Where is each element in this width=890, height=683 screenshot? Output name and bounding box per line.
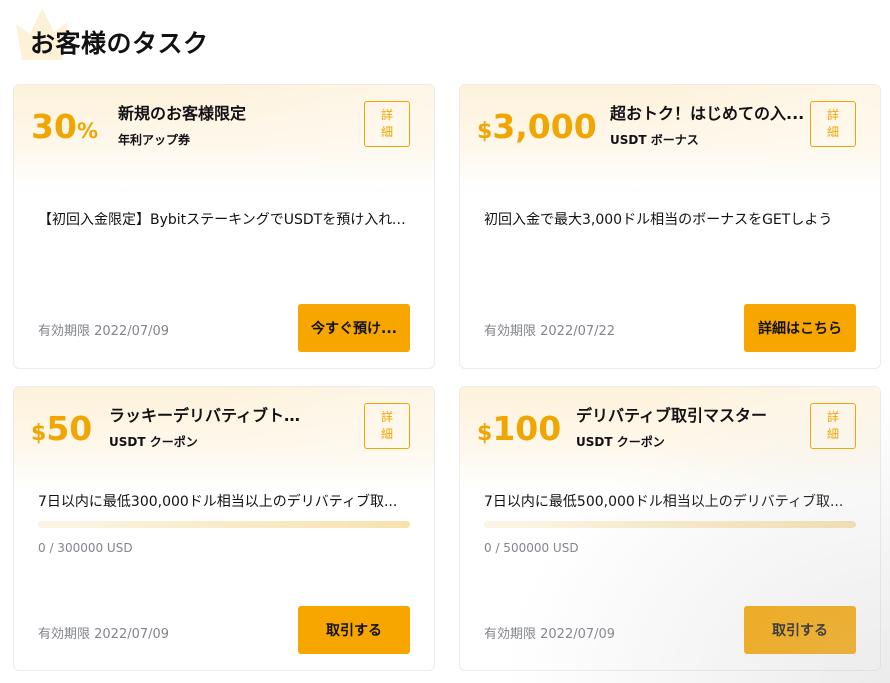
button-label: 今すぐ預け...: [311, 321, 397, 337]
detail-button[interactable]: 詳細: [364, 101, 410, 147]
progress-fill: [38, 521, 410, 528]
amount-prefix: $: [31, 421, 47, 446]
detail-label: 詳細: [380, 410, 393, 441]
card-heading: 新規のお客様限定 年利アップ券: [118, 100, 246, 148]
button-label: 詳細はこちら: [758, 321, 842, 337]
detail-button[interactable]: 詳細: [810, 403, 856, 449]
progress-bar: [38, 521, 410, 528]
card-description: 7日以内に最低300,000ドル相当以上のデリバティブ取...: [38, 494, 398, 510]
card-heading: ラッキーデリバティブトレーダ USDT クーポン: [109, 402, 309, 450]
expiry-date: 有効期限 2022/07/09: [38, 324, 170, 339]
amount-prefix: $: [477, 421, 493, 446]
amount-suffix: %: [76, 119, 98, 143]
amount-prefix: $: [477, 119, 493, 144]
card-description: 【初回入金限定】BybitステーキングでUSDTを預け入れて...: [38, 212, 414, 228]
task-card-4: $100 デリバティブ取引マスター USDT クーポン 詳細 7日以内に最低50…: [459, 386, 881, 671]
expiry-date: 有効期限 2022/07/09: [484, 627, 616, 642]
trade-button[interactable]: 取引する: [298, 606, 410, 654]
card-title: デリバティブ取引マスター: [576, 406, 768, 425]
detail-button[interactable]: 詳細: [364, 403, 410, 449]
expiry-date: 有効期限 2022/07/09: [38, 627, 170, 642]
progress-text: 0 / 500000 USD: [484, 541, 579, 555]
expiry-date: 有効期限 2022/07/22: [484, 324, 616, 339]
detail-label: 詳細: [380, 108, 393, 139]
amount-value: 30: [31, 107, 77, 146]
detail-label: 詳細: [826, 108, 839, 139]
trade-button[interactable]: 取引する: [744, 606, 856, 654]
amount-value: 100: [492, 409, 562, 448]
task-card-1: 30% 新規のお客様限定 年利アップ券 詳細 【初回入金限定】Bybitステーキ…: [13, 84, 435, 369]
reward-amount: $100: [477, 409, 561, 448]
progress-fill: [484, 521, 856, 528]
card-subtitle: USDT ボーナス: [610, 133, 699, 147]
reward-amount: $50: [31, 409, 92, 448]
page-title: お客様のタスク: [30, 29, 209, 58]
reward-amount: $3,000: [477, 107, 597, 146]
card-subtitle: 年利アップ券: [118, 133, 191, 147]
card-description: 7日以内に最低500,000ドル相当以上のデリバティブ取...: [484, 494, 844, 510]
card-title: 超おトク！はじめての入...: [610, 104, 805, 123]
reward-amount: 30%: [31, 107, 98, 146]
card-subtitle: USDT クーポン: [576, 435, 665, 449]
deposit-now-button[interactable]: 今すぐ預け...: [298, 304, 410, 352]
amount-value: 3,000: [492, 107, 597, 146]
button-label: 取引する: [772, 623, 828, 639]
card-subtitle: USDT クーポン: [109, 435, 198, 449]
card-heading: 超おトク！はじめての入... USDT ボーナス: [610, 100, 804, 148]
tasks-page: お客様のタスク 30% 新規のお客様限定 年利アップ券 詳細 【初回入金限定】B…: [0, 0, 890, 683]
button-label: 取引する: [326, 623, 382, 639]
card-heading: デリバティブ取引マスター USDT クーポン: [576, 402, 767, 450]
detail-button[interactable]: 詳細: [810, 101, 856, 147]
card-title: ラッキーデリバティブトレーダ: [109, 406, 309, 425]
progress-bar: [484, 521, 856, 528]
card-description: 初回入金で最大3,000ドル相当のボーナスをGETしよう: [484, 212, 833, 228]
task-card-2: $3,000 超おトク！はじめての入... USDT ボーナス 詳細 初回入金で…: [459, 84, 881, 369]
amount-value: 50: [46, 409, 93, 448]
progress-text: 0 / 300000 USD: [38, 541, 133, 555]
card-title: 新規のお客様限定: [118, 104, 247, 123]
details-here-button[interactable]: 詳細はこちら: [744, 304, 856, 352]
task-card-3: $50 ラッキーデリバティブトレーダ USDT クーポン 詳細 7日以内に最低3…: [13, 386, 435, 671]
detail-label: 詳細: [826, 410, 839, 441]
